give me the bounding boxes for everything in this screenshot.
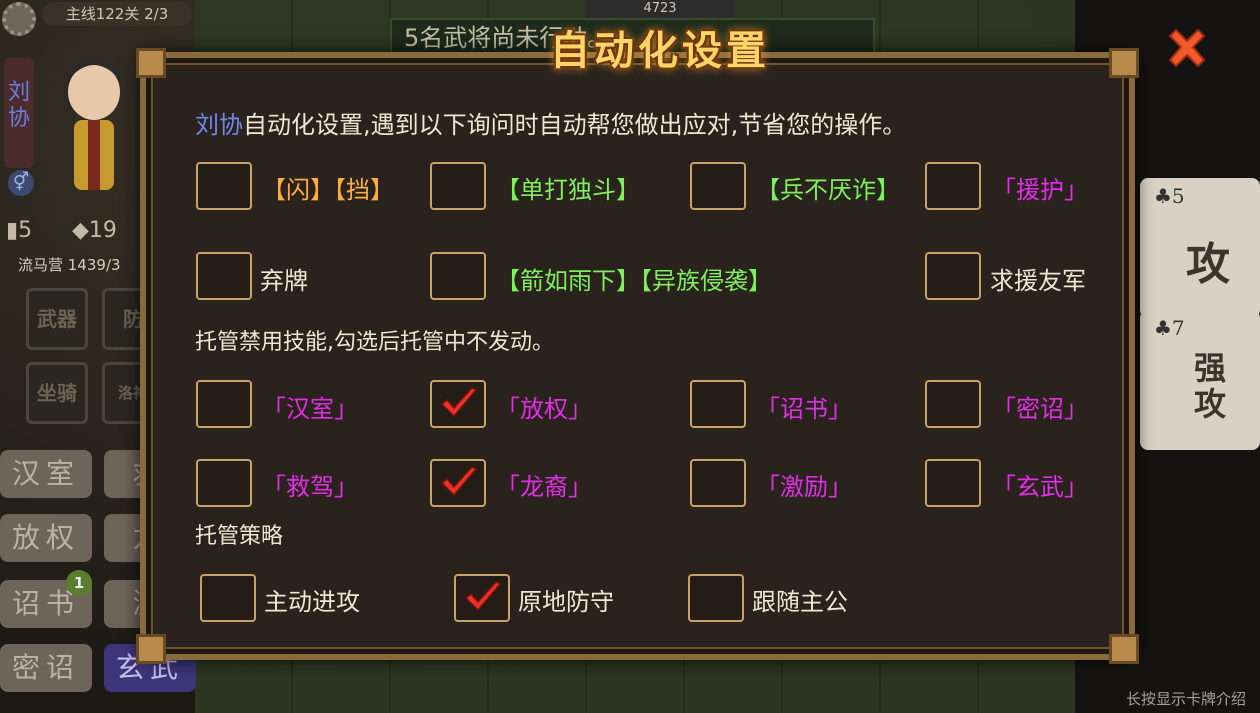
label-defend: 原地防守 [518,588,614,616]
checkbox-xuanwu[interactable] [925,459,981,507]
frame-corner [1109,634,1139,664]
hand-card[interactable]: ♣7 强攻 [1140,310,1260,450]
disable-heading: 托管禁用技能,勾选后托管中不发动。 [195,330,554,355]
checkbox-yuanhu[interactable] [925,162,981,210]
dialog-title: 自动化设置 [550,28,770,74]
label-jianruyuxia-yizuqinxi: 【箭如雨下】【异族侵袭】 [496,266,772,296]
label-xuanwu: 「玄武」 [992,473,1088,501]
card-suit: ♣7 [1154,316,1185,340]
checkbox-mizhao[interactable] [925,380,981,428]
label-jianruyuxia: 【箭如雨下】 [496,267,640,295]
radio-defend[interactable] [454,574,510,622]
label-shan: 【闪】 [262,176,334,204]
unit-line: 流马营 1439/3 [18,256,121,274]
check-mark-icon [440,387,478,418]
hero-name-tag: 刘协 [4,58,34,168]
hand-card[interactable]: ♣5 攻 [1140,178,1260,318]
card-text: 强攻 [1194,349,1227,423]
close-x-icon[interactable] [1162,24,1212,74]
strategy-heading: 托管策略 [195,524,284,549]
score-readout: 4723 [585,0,735,18]
card-text: 攻 [1186,239,1230,290]
checkbox-jianruyuxia[interactable] [430,252,486,300]
label-zhaoshu: 「诏书」 [756,395,852,423]
mount-slot[interactable]: 坐骑 [26,362,88,424]
checkbox-qiuyuanyoujun[interactable] [925,252,981,300]
skill-button-fangquan[interactable]: 放权 [0,514,92,562]
stage-label: 主线122关 2/3 [42,2,192,26]
label-shan-dang: 【闪】【挡】 [262,175,394,205]
checkbox-zhaoshu[interactable] [690,380,746,428]
checkbox-jili[interactable] [690,459,746,507]
label-fangquan: 「放权」 [496,395,592,423]
hand-count: ▮5 [6,218,33,243]
frame-corner [136,48,166,78]
checkbox-qipai[interactable] [196,252,252,300]
label-bingbuyanzha: 【兵不厌诈】 [756,176,900,204]
settings-gear-icon[interactable] [2,2,36,36]
checkbox-dandaduodou[interactable] [430,162,486,210]
skill-button-mizhao[interactable]: 密诏 [0,644,92,692]
gender-icon: ⚥ [8,170,34,196]
checkbox-longyi[interactable] [430,459,486,507]
troop-count: ◆19 [72,218,117,243]
label-follow: 跟随主公 [752,588,848,616]
frame-corner [1109,48,1139,78]
checkbox-jiujia[interactable] [196,459,252,507]
checkbox-fangquan[interactable] [430,380,486,428]
label-jiujia: 「救驾」 [262,473,358,501]
radio-attack[interactable] [200,574,256,622]
hero-avatar[interactable] [44,50,144,200]
weapon-slot[interactable]: 武器 [26,288,88,350]
intro-hero-name: 刘协 [195,111,243,139]
skill-button-hanshi[interactable]: 汉室 [0,450,92,498]
label-hanshi: 「汉室」 [262,395,358,423]
checkbox-bingbuyanzha[interactable] [690,162,746,210]
checkbox-shan-dang[interactable] [196,162,252,210]
check-mark-icon [464,581,502,612]
label-dandaduodou: 【单打独斗】 [496,176,640,204]
skill-count-badge: 1 [66,570,92,596]
card-hint: 长按显示卡牌介绍 [1125,690,1246,708]
label-qipai: 弃牌 [260,267,308,295]
frame-corner [136,634,166,664]
intro-line: 刘协自动化设置,遇到以下询问时自动帮您做出应对,节省您的操作。 [195,110,906,140]
checkbox-hanshi[interactable] [196,380,252,428]
intro-text: 自动化设置,遇到以下询问时自动帮您做出应对,节省您的操作。 [243,111,907,139]
label-mizhao: 「密诏」 [992,395,1088,423]
check-mark-icon [440,466,478,497]
label-attack: 主动进攻 [264,588,360,616]
radio-follow[interactable] [688,574,744,622]
label-jili: 「激励」 [756,473,852,501]
label-dang: 【挡】 [334,176,394,204]
card-suit: ♣5 [1154,184,1185,208]
label-yizuqinxi: 【异族侵袭】 [640,267,772,295]
label-yuanhu: 「援护」 [992,176,1088,204]
label-qiuyuanyoujun: 求援友军 [990,267,1086,295]
label-longyi: 「龙裔」 [496,473,592,501]
